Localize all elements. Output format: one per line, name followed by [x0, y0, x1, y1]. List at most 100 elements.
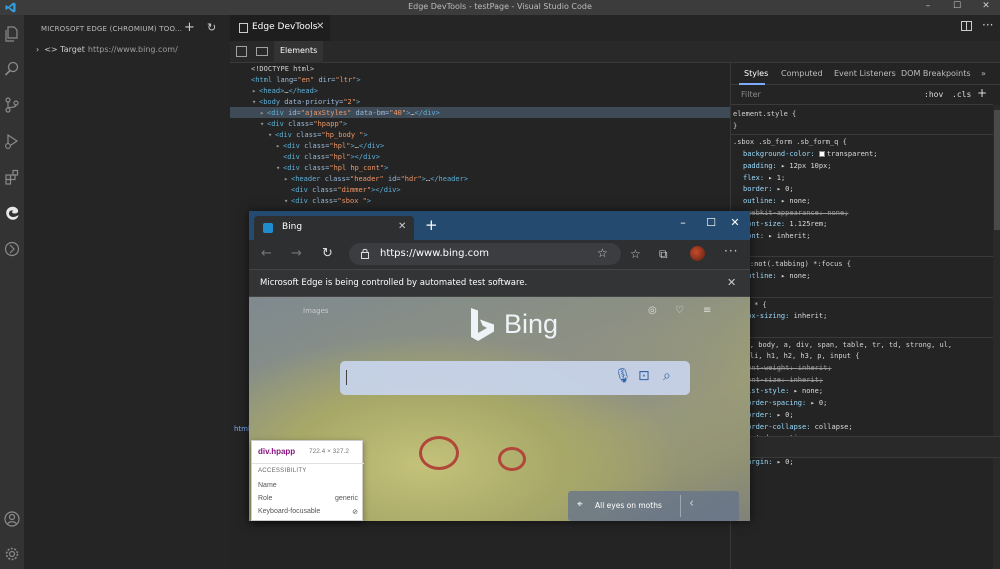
browser-maximize-icon[interactable]: ☐	[701, 216, 721, 229]
reload-icon[interactable]: ↻	[322, 246, 333, 261]
tab-styles[interactable]: Styles	[744, 69, 768, 78]
run-debug-icon[interactable]	[3, 132, 21, 150]
inspect-element-icon[interactable]	[236, 46, 247, 57]
account-icon[interactable]	[3, 510, 21, 528]
browser-tab-bing[interactable]: Bing ✕	[254, 216, 414, 240]
css-selector[interactable]: ol, li, h1, h2, h3, p, input {	[733, 351, 859, 362]
css-declaration[interactable]: list-style: ▸ none;	[743, 386, 823, 397]
css-declaration[interactable]: flex: ▸ 1;	[743, 173, 785, 184]
favorite-star-icon[interactable]: ☆	[597, 246, 608, 260]
notifications-icon[interactable]: ♡	[675, 305, 684, 316]
css-selector[interactable]: html, body, a, div, span, table, tr, td,…	[733, 340, 952, 351]
expand-down-icon[interactable]: ▾	[276, 163, 283, 174]
more-tabs-icon[interactable]: »	[981, 69, 986, 78]
css-declaration[interactable]: font-weight: inherit;	[743, 363, 832, 374]
remote-explorer-icon[interactable]	[3, 240, 21, 258]
expand-down-icon[interactable]: ▾	[252, 97, 259, 108]
hamburger-menu-icon[interactable]: ≡	[703, 305, 711, 316]
back-icon[interactable]: ←	[261, 246, 272, 261]
browser-close-icon[interactable]: ✕	[725, 216, 745, 229]
tab-edge-devtools[interactable]: Edge DevTools ✕	[230, 15, 330, 41]
settings-gear-icon[interactable]	[3, 545, 21, 563]
expand-right-icon[interactable]: ▸	[276, 141, 283, 152]
device-emulation-icon[interactable]	[256, 47, 268, 56]
expand-right-icon[interactable]: ▸	[252, 86, 259, 97]
tab-computed[interactable]: Computed	[781, 69, 823, 78]
dom-node-line[interactable]: ▸ <div id="ajaxStyles" data-bm="40">…</di…	[260, 108, 440, 119]
forward-icon[interactable]: →	[291, 246, 302, 261]
explorer-icon[interactable]	[3, 25, 21, 43]
chevron-right-icon[interactable]: ›	[36, 45, 39, 54]
image-caption-bar[interactable]: ⌖ All eyes on moths ‹	[568, 491, 739, 521]
tab-dom-breakpoints[interactable]: DOM Breakpoints	[901, 69, 971, 78]
search-icon[interactable]	[3, 60, 21, 78]
dom-node-line[interactable]: ▸ <header class="header" id="hdr">…</head…	[284, 174, 468, 185]
css-declaration[interactable]: padding: ▸ 12px 10px;	[743, 161, 832, 172]
dom-node-line[interactable]: <html lang="en" dir="ltr">	[244, 75, 361, 86]
tab-elements[interactable]: Elements	[274, 41, 324, 63]
css-declaration[interactable]: font: ▸ inherit;	[743, 231, 810, 242]
dom-node-line[interactable]: ▸ <div class="hpl">…</div>	[276, 141, 384, 152]
hov-toggle[interactable]: :hov	[924, 90, 943, 99]
target-tree-item[interactable]: › <> Target https://www.bing.com/	[36, 45, 178, 54]
css-selector[interactable]: body:not(.tabbing) *:focus {	[733, 259, 851, 270]
styles-scrollbar[interactable]	[993, 105, 1000, 569]
breadcrumb-html[interactable]: html	[234, 425, 250, 433]
bing-search-box[interactable]: 🎙 ⊡ ⌕	[340, 361, 690, 395]
css-declaration[interactable]: outline: ▸ none;	[743, 271, 810, 282]
css-selector[interactable]: element.style {	[733, 109, 796, 120]
dom-node-line[interactable]: ▸ <head>…</head>	[252, 86, 318, 97]
css-declaration[interactable]: border-collapse: collapse;	[743, 422, 853, 433]
new-style-rule-icon[interactable]: +	[977, 86, 987, 100]
previous-image-icon[interactable]: ‹	[689, 496, 694, 511]
microphone-icon[interactable]: 🎙	[614, 368, 632, 384]
close-tab-icon[interactable]: ✕	[316, 21, 324, 32]
expand-right-icon[interactable]: ▸	[260, 108, 267, 119]
dom-node-line[interactable]: ▾ <div class="hp_body ">	[268, 130, 368, 141]
edge-devtools-icon[interactable]	[3, 204, 21, 222]
color-swatch[interactable]	[818, 151, 825, 158]
dom-node-line[interactable]: ▾ <body data-priority="2">	[252, 97, 360, 108]
address-bar[interactable]: https://www.bing.com ☆	[349, 243, 621, 265]
nav-images-link[interactable]: Images	[303, 307, 329, 315]
source-control-icon[interactable]	[3, 96, 21, 114]
collections-icon[interactable]: ⧉	[659, 247, 668, 262]
search-icon[interactable]: ⌕	[663, 368, 671, 384]
css-declaration[interactable]: background-color: transparent;	[743, 149, 877, 160]
css-declaration[interactable]: -webkit-appearance: none;	[743, 208, 848, 219]
more-actions-icon[interactable]: ···	[982, 18, 993, 32]
expand-down-icon[interactable]: ▾	[268, 130, 275, 141]
css-declaration[interactable]: box-sizing: inherit;	[743, 311, 827, 322]
css-declaration[interactable]: border-spacing: ▸ 0;	[743, 398, 827, 409]
browser-minimize-icon[interactable]: –	[673, 216, 693, 229]
visual-search-icon[interactable]: ⊡	[638, 368, 650, 384]
css-declaration[interactable]: outline: ▸ none;	[743, 196, 810, 207]
maximize-icon[interactable]: ☐	[947, 1, 967, 11]
close-infobar-icon[interactable]: ✕	[727, 276, 736, 289]
settings-more-icon[interactable]: ···	[724, 244, 738, 258]
css-declaration[interactable]: border: ▸ 0;	[743, 410, 794, 421]
css-declaration[interactable]: font-size: 1.125rem;	[743, 219, 827, 230]
profile-avatar[interactable]	[690, 246, 705, 261]
dom-node-line[interactable]: <!DOCTYPE html>	[244, 64, 314, 75]
favorites-icon[interactable]: ☆	[630, 247, 641, 261]
dom-node-line[interactable]: <div class="dimmer"></div>	[284, 185, 401, 196]
close-browser-tab-icon[interactable]: ✕	[398, 221, 406, 232]
extensions-icon[interactable]	[3, 168, 21, 186]
dom-node-line[interactable]: ▾ <div class="hpapp">	[260, 119, 347, 130]
css-declaration[interactable]: margin: ▸ 0;	[743, 457, 794, 468]
split-editor-icon[interactable]	[961, 21, 972, 31]
css-declaration[interactable]: border: ▸ 0;	[743, 184, 794, 195]
add-target-icon[interactable]: +	[184, 20, 195, 35]
css-declaration[interactable]: font-size: inherit;	[743, 375, 823, 386]
scrollbar-thumb[interactable]	[994, 110, 1000, 230]
css-selector[interactable]: }	[733, 121, 737, 132]
tab-event-listeners[interactable]: Event Listeners	[834, 69, 896, 78]
styles-filter-input[interactable]: Filter	[741, 90, 761, 99]
css-selector[interactable]: .sbox .sb_form .sb_form_q {	[733, 137, 847, 148]
cls-toggle[interactable]: .cls	[952, 90, 971, 99]
dom-node-line[interactable]: ▾ <div class="hpl hp_cont">	[276, 163, 388, 174]
new-tab-icon[interactable]: +	[425, 216, 438, 234]
expand-down-icon[interactable]: ▾	[284, 196, 291, 207]
close-window-icon[interactable]: ✕	[976, 1, 996, 11]
